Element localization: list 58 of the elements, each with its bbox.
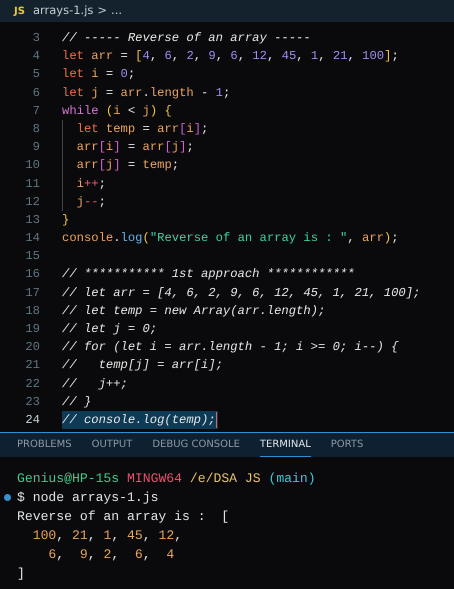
line-number: 4: [32, 48, 40, 66]
line-number: 24: [24, 412, 40, 429]
file-type-icon: JS: [14, 4, 25, 18]
line-number: 12: [24, 194, 40, 211]
line-number: 20: [24, 339, 40, 356]
line-number: 5: [32, 66, 40, 84]
panel-tab[interactable]: DEBUG CONSOLE: [152, 433, 240, 457]
code-line: // let arr = [4, 6, 2, 9, 6, 12, 45, 1, 21, 100];: [62, 284, 422, 302]
terminal-line: 100, 21, 1, 45, 12,: [32, 528, 182, 543]
line-number: 23: [24, 394, 40, 411]
code-line: // ----- Reverse of an array -----: [62, 30, 312, 47]
code-line: while (i < j) {: [62, 102, 173, 120]
line-number: 18: [24, 302, 40, 320]
line-number: 21: [24, 357, 40, 374]
code-line: // }: [62, 394, 92, 411]
code-line: // for (let i = arr.length - 1; i >= 0; i--) {: [62, 339, 400, 356]
panel-tab[interactable]: PROBLEMS: [17, 433, 72, 457]
line-number: 17: [24, 284, 40, 302]
code-line: let i = 0;: [62, 66, 136, 84]
code-line: // temp[j] = arr[i];: [62, 357, 224, 374]
terminal-line: 6, 9, 2, 6, 4: [47, 547, 174, 562]
code-line: let arr = [4, 6, 2, 9, 6, 12, 45, 1, 21, 100];: [62, 48, 400, 66]
chevron-icon: >: [97, 2, 108, 20]
line-number: 6: [32, 84, 40, 102]
line-number: 11: [24, 176, 40, 192]
code-line: console.log("Reverse of an array is : ", arr);: [62, 230, 400, 248]
line-number: 8: [32, 120, 40, 138]
code-line: j--;: [62, 192, 107, 211]
breadcrumb-item[interactable]: ...: [111, 2, 122, 20]
breadcrumb-item[interactable]: arrays-1.js: [32, 2, 94, 20]
line-number: 14: [24, 230, 40, 248]
line-number: 22: [24, 376, 40, 393]
command-status-icon: [4, 494, 11, 501]
code-line: arr[j] = temp;: [62, 156, 180, 174]
terminal-line: Reverse of an array is : [: [17, 509, 230, 524]
panel-tab[interactable]: OUTPUT: [92, 433, 132, 457]
terminal-line: Genius@HP-15s MINGW64 /e/DSA JS (main): [17, 471, 316, 486]
terminal-line: $ node arrays-1.js: [17, 490, 158, 505]
code-line: // *********** 1st approach ************: [62, 266, 356, 284]
line-number: 16: [24, 266, 40, 284]
line-number: 19: [24, 321, 40, 338]
line-number: 7: [32, 102, 40, 120]
code-line: let j = arr.length - 1;: [62, 84, 232, 102]
code-line: i++;: [62, 174, 107, 193]
line-number: 15: [24, 248, 40, 266]
code-line: // let j = 0;: [62, 321, 158, 338]
line-number: 3: [32, 30, 40, 47]
line-number: 13: [24, 212, 40, 229]
terminal-line: ]: [17, 566, 25, 581]
code-line: arr[i] = arr[j];: [62, 138, 195, 156]
line-number: 9: [32, 139, 40, 156]
line-number: 10: [24, 157, 40, 174]
code-line: // let temp = new Array(arr.length);: [62, 302, 326, 320]
code-line: let temp = arr[i];: [62, 120, 210, 138]
code-line: // j++;: [62, 376, 129, 393]
panel-tab[interactable]: PORTS: [330, 433, 364, 457]
panel-tab[interactable]: TERMINAL: [260, 433, 311, 457]
code-line: }: [62, 212, 70, 229]
